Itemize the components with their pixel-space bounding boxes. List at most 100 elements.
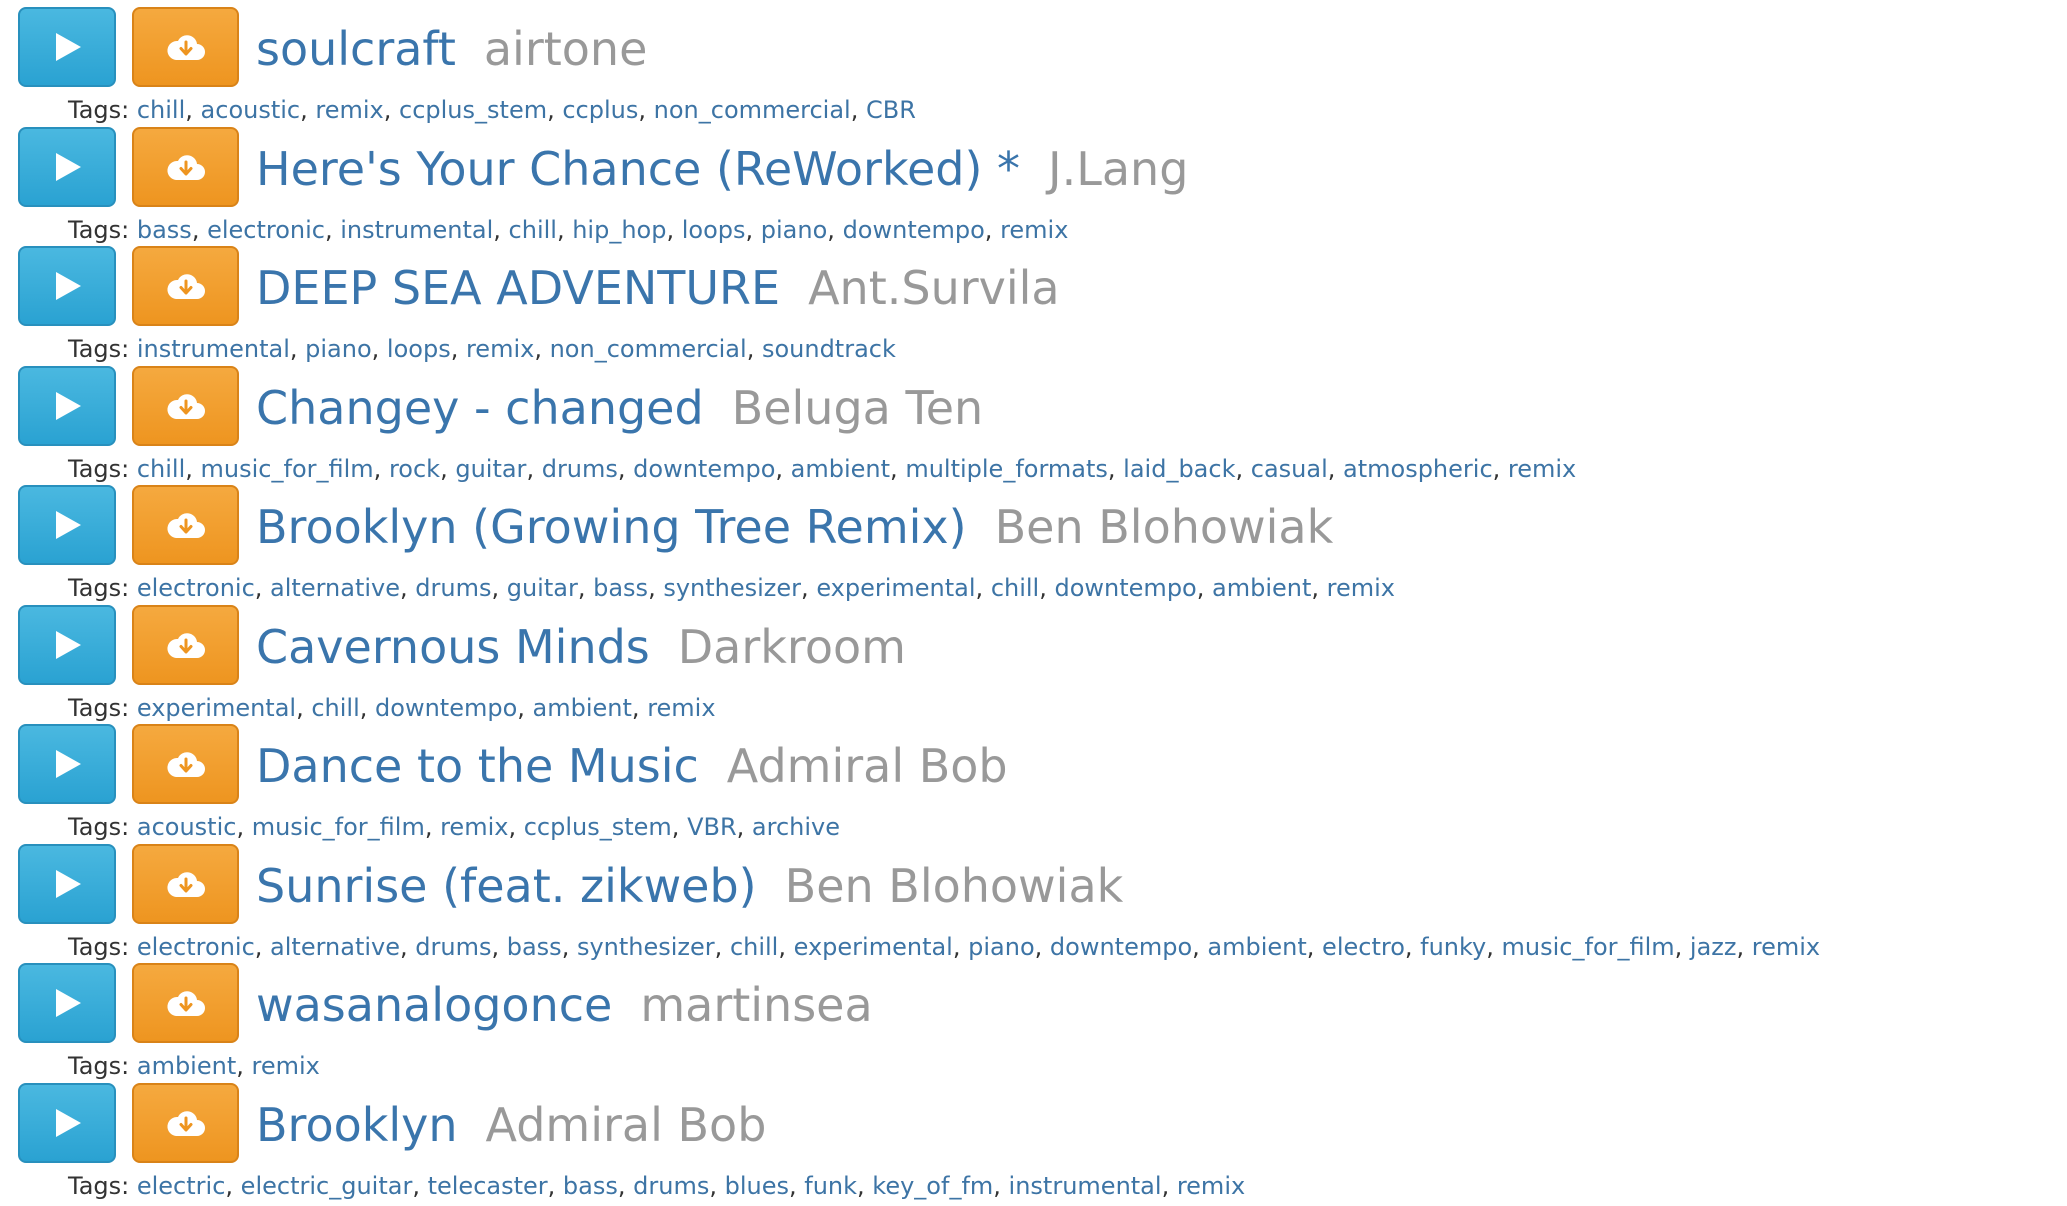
tag-link[interactable]: ambient xyxy=(1212,574,1311,602)
tag-link[interactable]: ambient xyxy=(791,455,890,483)
tag-link[interactable]: remix xyxy=(1752,933,1820,961)
tag-link[interactable]: downtempo xyxy=(843,216,985,244)
track-title[interactable]: Here's Your Chance (ReWorked) * xyxy=(256,142,1020,196)
tag-link[interactable]: acoustic xyxy=(201,96,301,124)
tag-link[interactable]: downtempo xyxy=(633,455,775,483)
tag-link[interactable]: remix xyxy=(647,694,715,722)
play-button[interactable] xyxy=(18,485,116,565)
tag-link[interactable]: drums xyxy=(542,455,618,483)
tag-link[interactable]: guitar xyxy=(507,574,578,602)
download-button[interactable] xyxy=(132,1082,239,1163)
tag-link[interactable]: archive xyxy=(752,813,840,841)
track-title[interactable]: Cavernous Minds xyxy=(256,620,650,674)
tag-link[interactable]: electronic xyxy=(137,933,255,961)
tag-link[interactable]: chill xyxy=(730,933,778,961)
track-artist[interactable]: J.Lang xyxy=(1048,142,1188,196)
tag-link[interactable]: casual xyxy=(1251,455,1328,483)
tag-link[interactable]: experimental xyxy=(794,933,953,961)
play-button[interactable] xyxy=(18,963,116,1043)
tag-link[interactable]: guitar xyxy=(455,455,526,483)
tag-link[interactable]: CBR xyxy=(866,96,916,124)
tag-link[interactable]: synthesizer xyxy=(577,933,715,961)
track-title[interactable]: Sunrise (feat. zikweb) xyxy=(256,859,757,913)
tag-link[interactable]: laid_back xyxy=(1123,455,1235,483)
tag-link[interactable]: remix xyxy=(466,335,534,363)
download-button[interactable] xyxy=(132,843,239,924)
track-title[interactable]: Brooklyn xyxy=(256,1098,458,1152)
tag-link[interactable]: piano xyxy=(305,335,372,363)
tag-link[interactable]: experimental xyxy=(137,694,296,722)
tag-link[interactable]: instrumental xyxy=(137,335,290,363)
play-button[interactable] xyxy=(18,724,116,804)
tag-link[interactable]: ambient xyxy=(1207,933,1306,961)
tag-link[interactable]: ccplus xyxy=(562,96,638,124)
play-button[interactable] xyxy=(18,126,116,207)
tag-link[interactable]: remix xyxy=(315,96,383,124)
play-button[interactable] xyxy=(18,246,116,326)
tag-link[interactable]: alternative xyxy=(270,574,400,602)
tag-link[interactable]: remix xyxy=(1327,574,1395,602)
tag-link[interactable]: piano xyxy=(761,216,828,244)
track-artist[interactable]: Beluga Ten xyxy=(732,381,984,435)
tag-link[interactable]: multiple_formats xyxy=(905,455,1108,483)
track-artist[interactable]: Darkroom xyxy=(678,620,906,674)
tag-link[interactable]: electronic xyxy=(137,574,255,602)
track-artist[interactable]: Ben Blohowiak xyxy=(995,500,1334,554)
tag-link[interactable]: remix xyxy=(440,813,508,841)
play-button[interactable] xyxy=(18,7,116,87)
tag-link[interactable]: instrumental xyxy=(340,216,493,244)
track-title[interactable]: DEEP SEA ADVENTURE xyxy=(256,261,780,315)
tag-link[interactable]: bass xyxy=(137,216,192,244)
download-button[interactable] xyxy=(132,126,239,207)
track-title[interactable]: Changey - changed xyxy=(256,381,704,435)
play-button[interactable] xyxy=(18,365,116,446)
track-artist[interactable]: airtone xyxy=(484,22,648,76)
tag-link[interactable]: ccplus_stem xyxy=(524,813,672,841)
tag-link[interactable]: chill xyxy=(509,216,557,244)
tag-link[interactable]: rock xyxy=(389,455,440,483)
track-title[interactable]: Brooklyn (Growing Tree Remix) xyxy=(256,500,967,554)
tag-link[interactable]: jazz xyxy=(1690,933,1737,961)
track-artist[interactable]: Ant.Survila xyxy=(808,261,1060,315)
tag-link[interactable]: chill xyxy=(137,96,185,124)
tag-link[interactable]: funky xyxy=(1420,933,1486,961)
tag-link[interactable]: VBR xyxy=(687,813,737,841)
download-button[interactable] xyxy=(132,246,239,326)
tag-link[interactable]: remix xyxy=(1508,455,1576,483)
play-button[interactable] xyxy=(18,1082,116,1163)
tag-link[interactable]: bass xyxy=(507,933,562,961)
tag-link[interactable]: downtempo xyxy=(375,694,517,722)
tag-link[interactable]: synthesizer xyxy=(663,574,801,602)
tag-link[interactable]: alternative xyxy=(270,933,400,961)
tag-link[interactable]: remix xyxy=(1000,216,1068,244)
track-artist[interactable]: Admiral Bob xyxy=(486,1098,767,1152)
track-title[interactable]: soulcraft xyxy=(256,22,456,76)
download-button[interactable] xyxy=(132,485,239,565)
tag-link[interactable]: acoustic xyxy=(137,813,237,841)
tag-link[interactable]: music_for_film xyxy=(1502,933,1675,961)
tag-link[interactable]: drums xyxy=(415,933,491,961)
tag-link[interactable]: downtempo xyxy=(1050,933,1192,961)
tag-link[interactable]: chill xyxy=(311,694,359,722)
tag-link[interactable]: atmospheric xyxy=(1343,455,1493,483)
download-button[interactable] xyxy=(132,963,239,1043)
download-button[interactable] xyxy=(132,604,239,685)
tag-link[interactable]: music_for_film xyxy=(252,813,425,841)
tag-link[interactable]: music_for_film xyxy=(201,455,374,483)
track-title[interactable]: Dance to the Music xyxy=(256,739,699,793)
tag-link[interactable]: drums xyxy=(415,574,491,602)
track-artist[interactable]: Admiral Bob xyxy=(727,739,1008,793)
download-button[interactable] xyxy=(132,724,239,804)
play-button[interactable] xyxy=(18,604,116,685)
tag-link[interactable]: chill xyxy=(991,574,1039,602)
download-button[interactable] xyxy=(132,7,239,87)
tag-link[interactable]: electronic xyxy=(207,216,325,244)
tag-link[interactable]: soundtrack xyxy=(762,335,896,363)
tag-link[interactable]: chill xyxy=(137,455,185,483)
tag-link[interactable]: ambient xyxy=(533,694,632,722)
tag-link[interactable]: downtempo xyxy=(1055,574,1197,602)
track-title[interactable]: wasanalogonce xyxy=(256,978,612,1032)
tag-link[interactable]: bass xyxy=(593,574,648,602)
tag-link[interactable]: remix xyxy=(252,1052,320,1080)
track-artist[interactable]: Ben Blohowiak xyxy=(785,859,1124,913)
